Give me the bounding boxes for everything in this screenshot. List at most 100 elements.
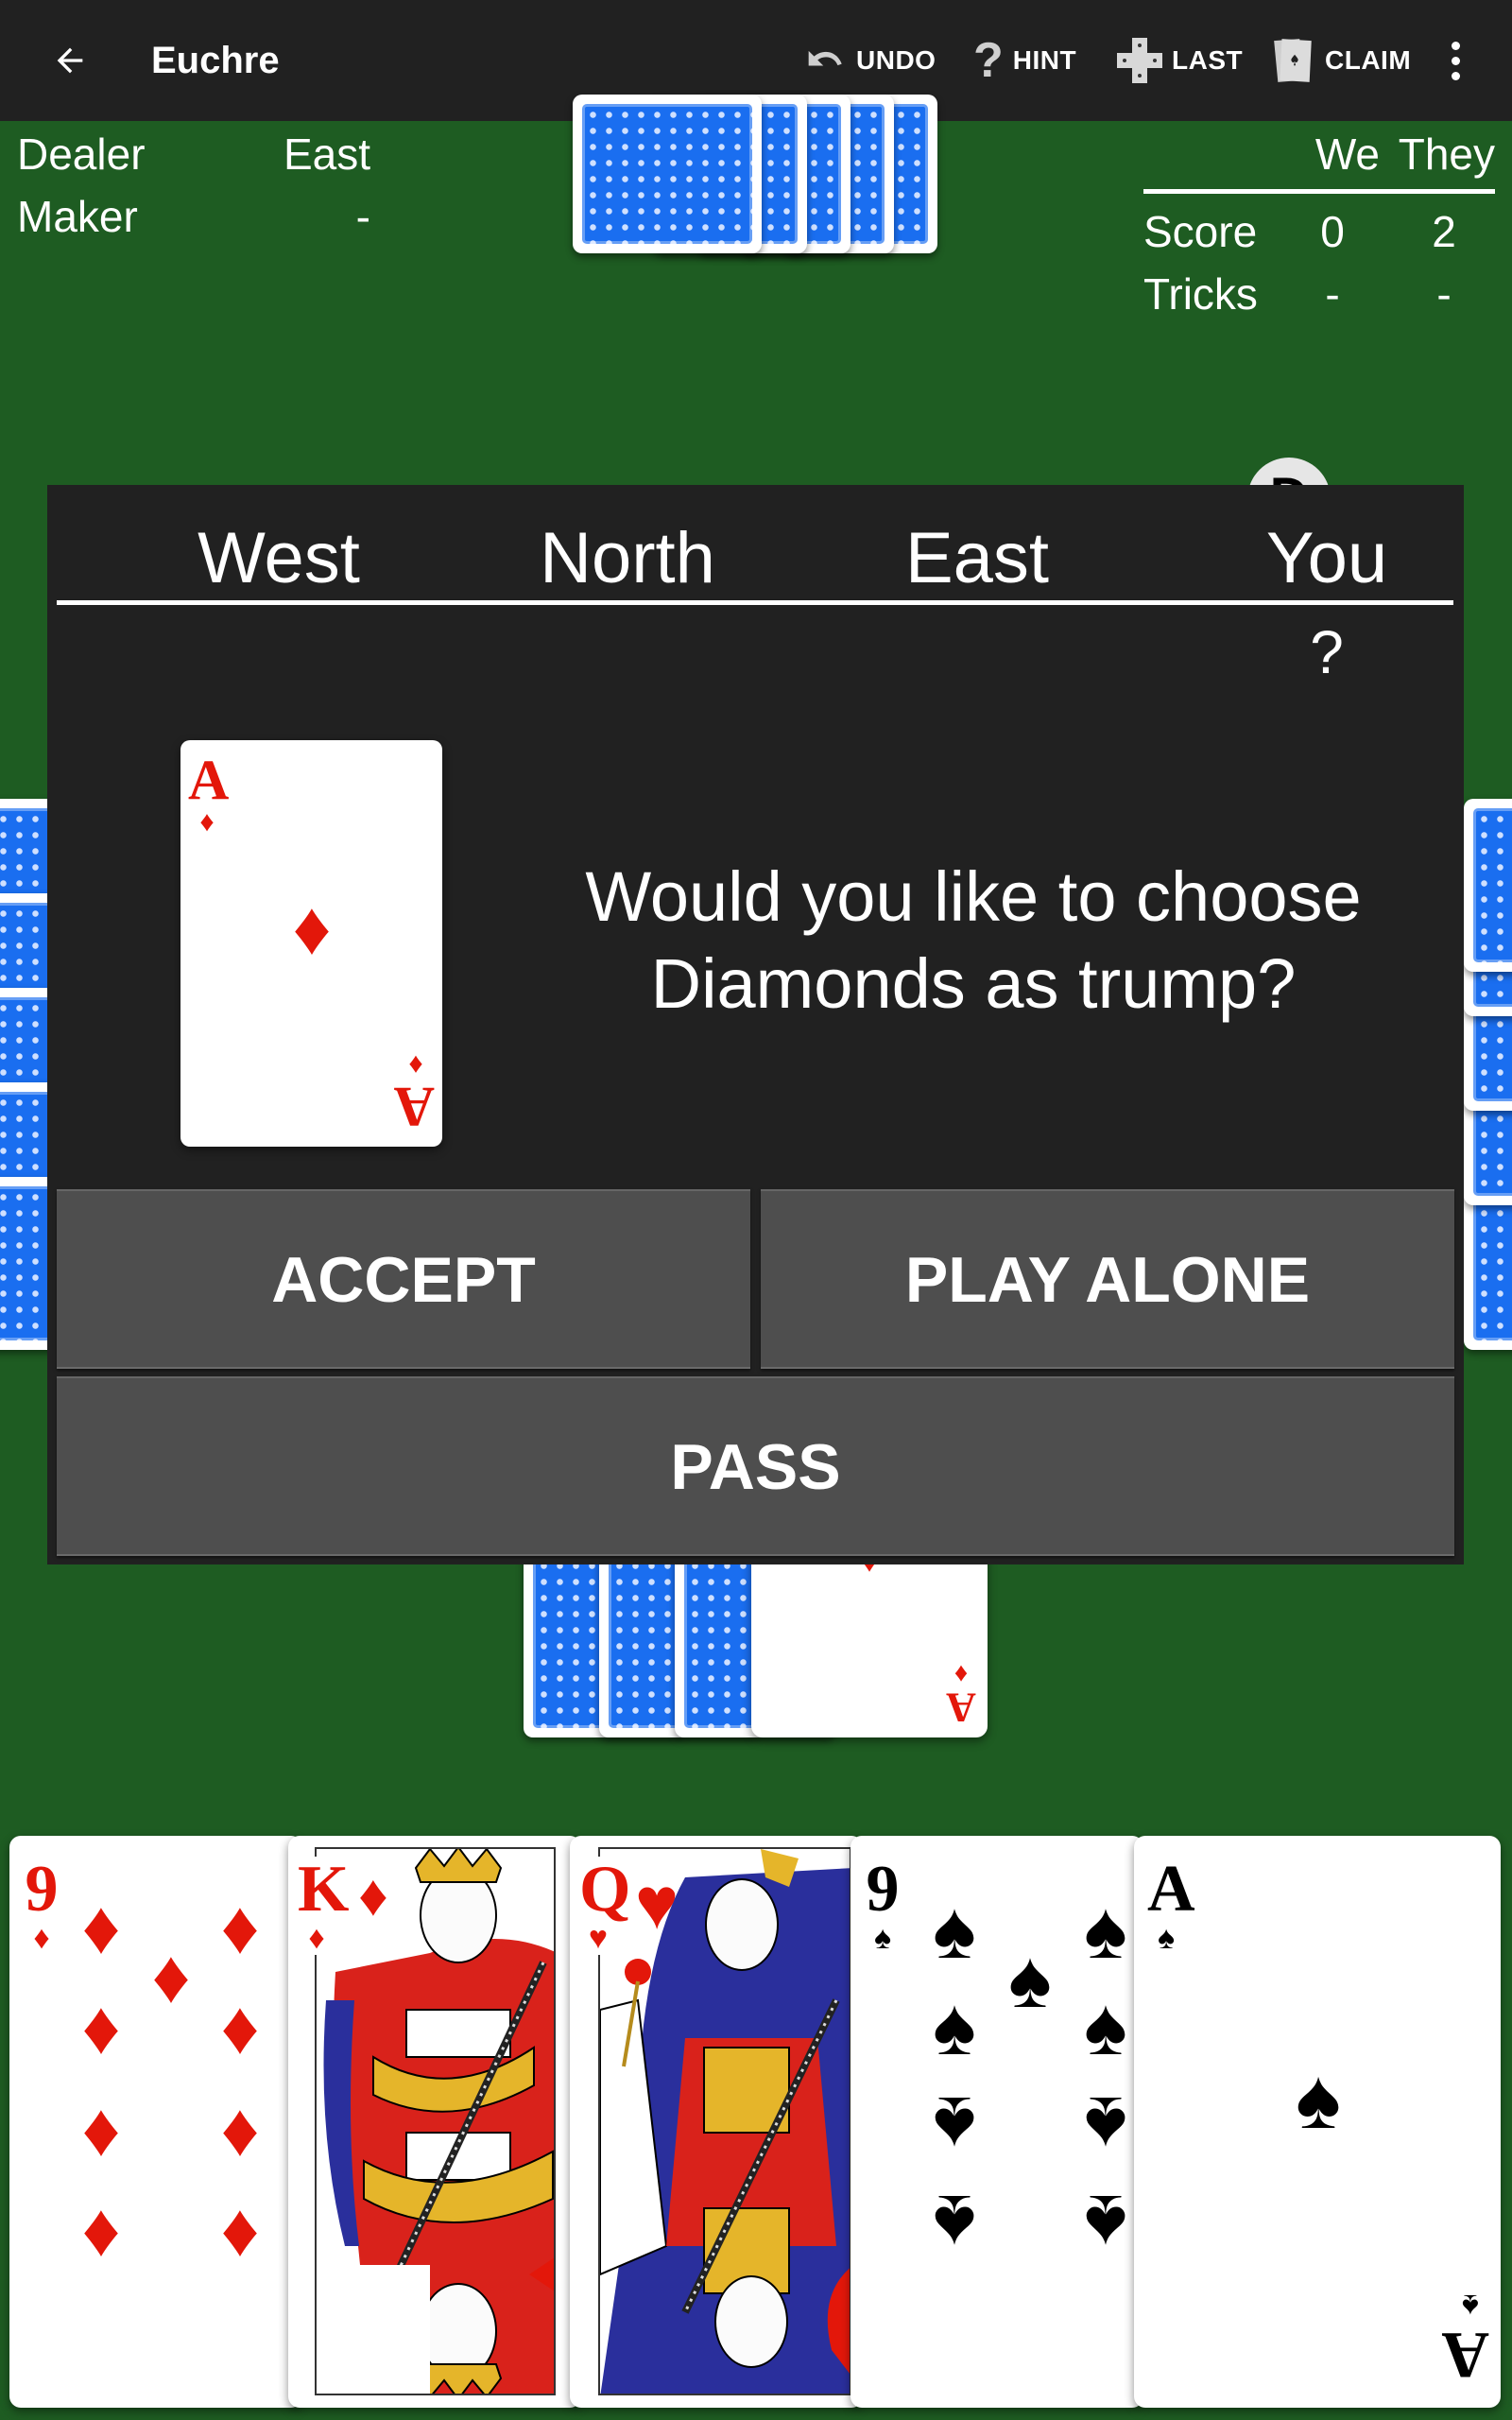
ace-center-pip: ♠ (1296, 2053, 1341, 2147)
last-label: LAST (1172, 45, 1244, 75)
upcard-corner-top: A ♦ (188, 749, 230, 838)
upcard-corner-bottom: A ♦ (393, 1049, 435, 1138)
bid-divider (57, 600, 1453, 605)
fanned-cards-icon (1274, 39, 1312, 82)
card-suit: ♦ (33, 1921, 50, 1956)
bid-dialog: West North East You ? A ♦ ♦ A ♦ Would yo… (47, 485, 1464, 1564)
card-corner-bottom: A ♠ (1441, 2288, 1489, 2391)
card-rank: A (1147, 1853, 1195, 1926)
kitty-upcard-rank: A (946, 1685, 976, 1731)
card-suit: ♠ (1157, 1921, 1176, 1956)
tricks-we-value: - (1325, 269, 1340, 319)
bid-header-north: North (540, 518, 715, 598)
suit-pip: ♠ (933, 1885, 976, 1976)
score-col-we: We (1314, 130, 1380, 179)
suit-pip: ♠ (1084, 1981, 1127, 2072)
app-title: Euchre (151, 40, 280, 81)
suit-pip: ♠ (933, 2080, 976, 2170)
undo-icon (808, 50, 842, 66)
hint-label: HINT (1012, 45, 1077, 75)
more-vert-icon-dot (1451, 56, 1460, 65)
card-suit: ♥ (588, 1921, 609, 1956)
card-suit-bottom: ♠ (1461, 2288, 1480, 2323)
court-suit-pip: ♥ (634, 1862, 679, 1945)
upcard-rank: A (188, 749, 230, 811)
suit-pip: ♠ (933, 2178, 976, 2269)
play-alone-button[interactable]: PLAY ALONE (761, 1189, 1454, 1369)
suit-pip: ♦ (220, 2189, 260, 2273)
suit-pip: ♠ (1084, 2080, 1127, 2170)
hand-card-queen-hearts[interactable]: Q ♥ ♥ (570, 1836, 863, 2408)
card-rank-bottom: A (1441, 2318, 1489, 2391)
arrow-left-icon (57, 47, 83, 74)
more-vert-icon-dot (1451, 71, 1460, 80)
suit-pip: ♦ (81, 2089, 121, 2172)
east-card-back (1464, 799, 1512, 972)
suit-pip: ♦ (220, 1987, 260, 2070)
card-rank: K (298, 1853, 350, 1926)
bid-header-east: East (904, 518, 1050, 598)
suit-pip: ♦ (220, 2089, 260, 2172)
card-corner: 9 ♠ (864, 1857, 902, 1955)
more-vert-icon-dot (1451, 41, 1460, 50)
king-figure-art (323, 1849, 554, 2394)
card-corner: Q ♥ (579, 1853, 631, 1956)
claim-button[interactable]: CLAIM (1272, 34, 1411, 87)
suit-pip: ♦ (81, 2189, 121, 2273)
upcard-rank-bottom: A (393, 1076, 435, 1138)
suit-pip: ♠ (933, 1981, 976, 2072)
card-suit: ♠ (873, 1921, 892, 1956)
score-divider (1143, 189, 1495, 194)
undo-button[interactable]: UNDO (805, 34, 936, 87)
tricks-they-value: - (1436, 269, 1452, 319)
bid-value-you: ? (1310, 618, 1344, 686)
last-trick-cards-icon (1117, 38, 1162, 83)
undo-label: UNDO (856, 45, 936, 75)
north-card-back (573, 95, 762, 253)
card-rank: Q (579, 1853, 631, 1926)
hint-button[interactable]: ? HINT (973, 33, 1077, 88)
score-they-value: 2 (1432, 207, 1456, 256)
score-row-label: Score (1143, 207, 1258, 256)
card-corner: A ♠ (1147, 1853, 1195, 1956)
card-rank: 9 (25, 1853, 59, 1926)
card-corner: 9 ♦ (23, 1857, 60, 1955)
card-suit: ♦ (308, 1921, 325, 1956)
kitty-upcard-suit: ♦ (954, 1659, 969, 1688)
more-options-button[interactable] (1436, 34, 1474, 87)
dealer-value: East (283, 130, 370, 179)
last-trick-button[interactable]: LAST (1117, 34, 1243, 87)
trump-question: Would you like to choose Diamonds as tru… (585, 857, 1362, 1023)
upcard-suit-small: ♦ (199, 806, 215, 838)
suit-pip: ♦ (81, 1887, 121, 1970)
upcard-suit-bottom: ♦ (408, 1049, 423, 1080)
pass-button[interactable]: PASS (57, 1376, 1454, 1556)
upcard: A ♦ ♦ A ♦ (180, 740, 442, 1147)
accept-button[interactable]: ACCEPT (57, 1189, 750, 1369)
hand-card-9-spades[interactable]: 9 ♠ ♠ ♠ ♠ ♠ ♠ ♠ ♠ ♠ ♠ (850, 1836, 1143, 2408)
score-col-they: They (1398, 130, 1495, 179)
suit-pip: ♦ (151, 1936, 191, 2019)
court-suit-pip: ♦ (358, 1864, 388, 1928)
bid-header-west: West (198, 518, 360, 598)
upcard-center-suit: ♦ (292, 888, 332, 971)
bid-header-you: You (1265, 518, 1388, 598)
score-we-value: 0 (1320, 207, 1345, 256)
card-corner: K ♦ (298, 1853, 350, 1956)
maker-label: Maker (17, 192, 138, 241)
maker-value: - (355, 192, 370, 241)
suit-pip: ♦ (220, 1887, 260, 1970)
suit-pip: ♠ (1008, 1934, 1052, 2025)
suit-pip: ♠ (1084, 2178, 1127, 2269)
suit-pip: ♦ (81, 1987, 121, 2070)
hand-card-9-diamonds[interactable]: 9 ♦ ♦ ♦ ♦ ♦ ♦ ♦ ♦ ♦ ♦ (9, 1836, 302, 2408)
question-mark-icon: ? (973, 33, 1004, 88)
tricks-row-label: Tricks (1143, 269, 1258, 319)
claim-label: CLAIM (1325, 45, 1412, 75)
hand-card-king-diamonds[interactable]: K ♦ ♦ (288, 1836, 581, 2408)
back-button[interactable] (42, 32, 98, 89)
card-rank: 9 (866, 1853, 900, 1926)
suit-pip: ♠ (1084, 1885, 1127, 1976)
hand-card-ace-spades[interactable]: A ♠ ♠ A ♠ (1134, 1836, 1501, 2408)
king-portrait (315, 1847, 556, 2395)
